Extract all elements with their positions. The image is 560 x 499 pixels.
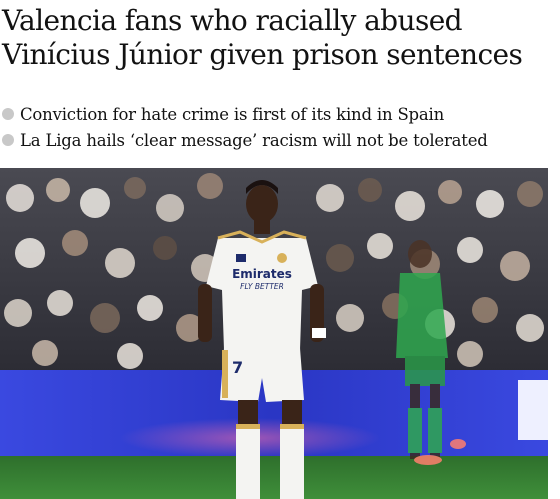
shirt-number: 7: [232, 358, 243, 377]
board-white-panel: [518, 380, 548, 440]
headline-line-2: Vinícius Júnior given prison sentences: [2, 38, 523, 71]
standfirst-list: Conviction for hate crime is first of it…: [0, 102, 560, 154]
club-crest-icon: [277, 253, 287, 263]
sponsor-line-2: FLY BETTER: [240, 282, 284, 291]
headline: Valencia fans who racially abused Viníci…: [2, 4, 558, 72]
bullet-dot-icon: [2, 134, 14, 146]
standfirst-text: Conviction for hate crime is first of it…: [20, 104, 445, 124]
photo-canvas: 7 Emirates FLY BETTER: [0, 168, 548, 499]
standfirst-item: La Liga hails ‘clear message’ racism wil…: [0, 128, 560, 152]
standfirst-item: Conviction for hate crime is first of it…: [0, 102, 560, 126]
headline-line-1: Valencia fans who racially abused: [2, 4, 463, 37]
bullet-dot-icon: [2, 108, 14, 120]
kit-brand-icon: [236, 254, 246, 262]
pitch: [0, 456, 548, 499]
sponsor-line-1: Emirates: [232, 267, 292, 281]
standfirst-text: La Liga hails ‘clear message’ racism wil…: [20, 130, 488, 150]
main-photo[interactable]: 7 Emirates FLY BETTER: [0, 168, 548, 499]
